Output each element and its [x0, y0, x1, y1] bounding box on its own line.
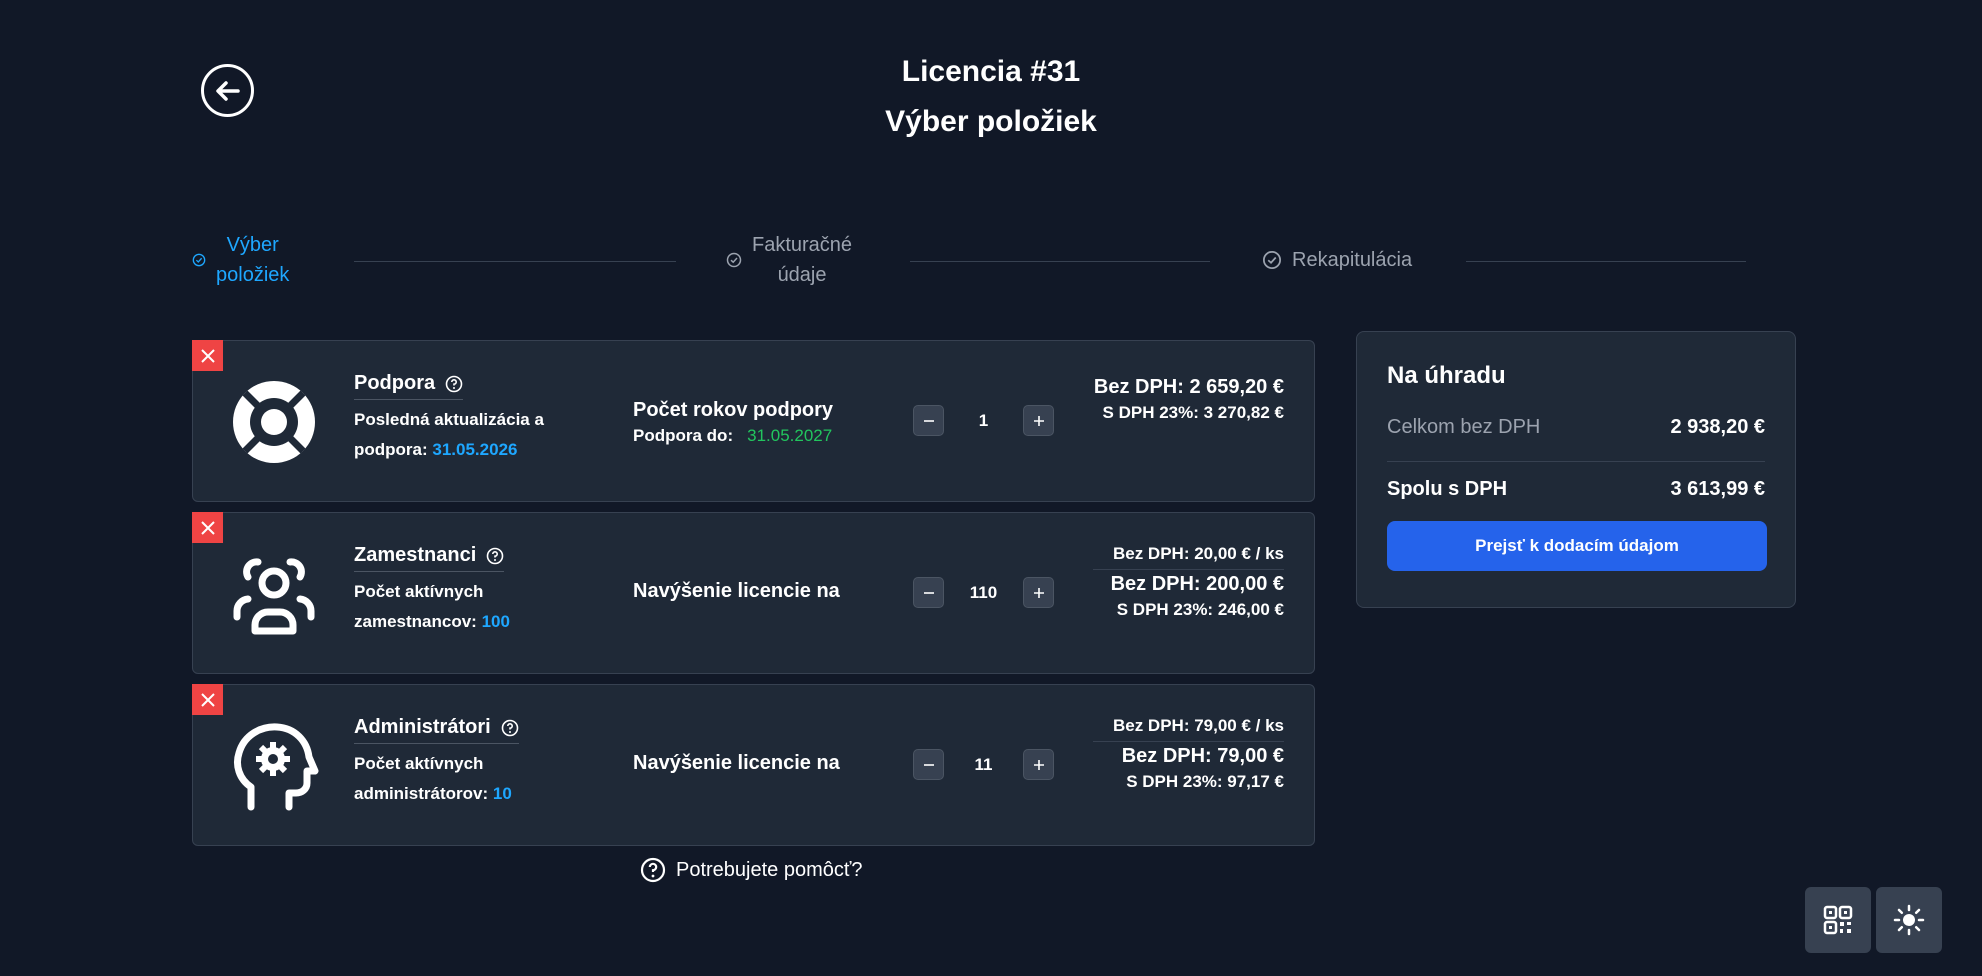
- progress-stepper: Výber položiek Fakturačné údaje Rekapitulá…: [190, 230, 1750, 292]
- plus-icon: [1033, 759, 1044, 770]
- item-card-support: Podpora Posledná aktualizácia a podpora:…: [192, 340, 1315, 502]
- step-summary[interactable]: Rekapitulácia: [1262, 245, 1412, 275]
- item-description: Posledná aktualizácia a podpora: 31.05.2…: [354, 410, 544, 459]
- item-option: Navýšenie licencie na: [633, 752, 840, 774]
- summary-title: Na úhradu: [1387, 362, 1506, 389]
- summary-total-with-vat: Spolu s DPH 3 613,99 €: [1387, 478, 1765, 500]
- theme-toggle-button[interactable]: [1876, 887, 1942, 953]
- item-description-value: 31.05.2026: [432, 440, 518, 459]
- decrement-button[interactable]: [913, 577, 944, 608]
- price-with-vat: S DPH 23%: 3 270,82 €: [1102, 403, 1284, 422]
- step-label: Fakturačné údaje: [752, 234, 853, 286]
- decrement-button[interactable]: [913, 749, 944, 780]
- remove-item-button[interactable]: [192, 684, 223, 715]
- increment-button[interactable]: [1023, 749, 1054, 780]
- help-link[interactable]: Potrebujete pomôcť?: [640, 857, 863, 883]
- remove-item-button[interactable]: [192, 340, 223, 371]
- quantity-value[interactable]: 1: [944, 411, 1023, 431]
- check-circle-icon: [1263, 251, 1281, 269]
- increment-button[interactable]: [1023, 577, 1054, 608]
- payment-summary: Na úhradu Celkom bez DPH 2 938,20 € Spol…: [1356, 331, 1796, 608]
- item-name: Administrátori: [354, 716, 519, 744]
- unit-price: Bez DPH: 79,00 € / ks: [1092, 713, 1284, 742]
- item-option: Navýšenie licencie na: [633, 580, 840, 602]
- item-card-employees: Zamestnanci Počet aktívnych zamestnancov…: [192, 512, 1315, 674]
- support-until-date: 31.05.2027: [747, 426, 833, 445]
- minus-icon: [923, 591, 934, 594]
- sun-icon: [1893, 904, 1925, 936]
- step-item-selection[interactable]: Výber položiek: [192, 230, 289, 290]
- help-icon: [640, 857, 666, 883]
- quantity-value[interactable]: 110: [944, 583, 1023, 603]
- unit-price: Bez DPH: 20,00 € / ks: [1092, 541, 1284, 570]
- close-icon: [200, 692, 215, 707]
- close-icon: [200, 520, 215, 535]
- step-label: Výber položiek: [216, 234, 290, 286]
- help-icon[interactable]: [445, 375, 463, 393]
- check-circle-icon: [192, 253, 206, 267]
- item-description-value: 100: [481, 612, 510, 631]
- proceed-to-delivery-button[interactable]: Prejsť k dodacím údajom: [1387, 521, 1767, 571]
- plus-icon: [1033, 415, 1044, 426]
- head-gear-icon: [234, 723, 319, 811]
- plus-icon: [1033, 587, 1044, 598]
- help-icon[interactable]: [486, 547, 504, 565]
- step-billing[interactable]: Fakturačné údaje: [726, 230, 852, 290]
- close-icon: [200, 348, 215, 363]
- item-prices: Bez DPH: 2 659,20 € S DPH 23%: 3 270,82 …: [1094, 373, 1284, 425]
- step-divider: [1466, 261, 1746, 262]
- item-prices: Bez DPH: 79,00 € / ks Bez DPH: 79,00 € S…: [1092, 713, 1284, 794]
- item-description: Počet aktívnych administrátorov: 10: [354, 754, 512, 803]
- remove-item-button[interactable]: [192, 512, 223, 543]
- users-icon: [233, 558, 315, 635]
- quantity-stepper: 1: [913, 405, 1054, 436]
- page-title: Licencia #31: [901, 55, 1081, 88]
- step-label: Rekapitulácia: [1292, 249, 1413, 271]
- check-circle-icon: [726, 252, 742, 268]
- summary-total-no-vat: Celkom bez DPH 2 938,20 €: [1387, 416, 1765, 462]
- item-description: Počet aktívnych zamestnancov: 100: [354, 582, 510, 631]
- item-name: Podpora: [354, 372, 464, 400]
- step-divider: [910, 261, 1210, 262]
- item-description-value: 10: [492, 784, 512, 803]
- item-card-administrators: Administrátori Počet aktívnych administr…: [192, 684, 1315, 846]
- increment-button[interactable]: [1023, 405, 1054, 436]
- item-name: Zamestnanci: [354, 544, 505, 572]
- price-with-vat: S DPH 23%: 97,17 €: [1126, 772, 1284, 791]
- price-without-vat: Bez DPH: 79,00 €: [1121, 745, 1284, 767]
- page-subtitle: Výber položiek: [885, 105, 1097, 138]
- quantity-value[interactable]: 11: [944, 755, 1023, 775]
- item-option: Počet rokov podpory Podpora do: 31.05.202…: [633, 399, 834, 445]
- decrement-button[interactable]: [913, 405, 944, 436]
- price-without-vat: Bez DPH: 2 659,20 €: [1093, 376, 1284, 398]
- lifebuoy-icon: [233, 381, 315, 463]
- step-divider: [354, 261, 676, 262]
- item-prices: Bez DPH: 20,00 € / ks Bez DPH: 200,00 € …: [1092, 541, 1284, 622]
- price-without-vat: Bez DPH: 200,00 €: [1110, 573, 1284, 595]
- quantity-stepper: 110: [913, 577, 1054, 608]
- quantity-stepper: 11: [913, 749, 1054, 780]
- minus-icon: [923, 763, 934, 766]
- qr-code-icon: [1823, 905, 1853, 935]
- qr-code-button[interactable]: [1805, 887, 1871, 953]
- help-label: Potrebujete pomôcť?: [676, 858, 863, 881]
- minus-icon: [923, 419, 934, 422]
- page-header: Licencia #31 Výber položiek: [0, 52, 1982, 142]
- price-with-vat: S DPH 23%: 246,00 €: [1116, 600, 1284, 619]
- help-icon[interactable]: [501, 719, 519, 737]
